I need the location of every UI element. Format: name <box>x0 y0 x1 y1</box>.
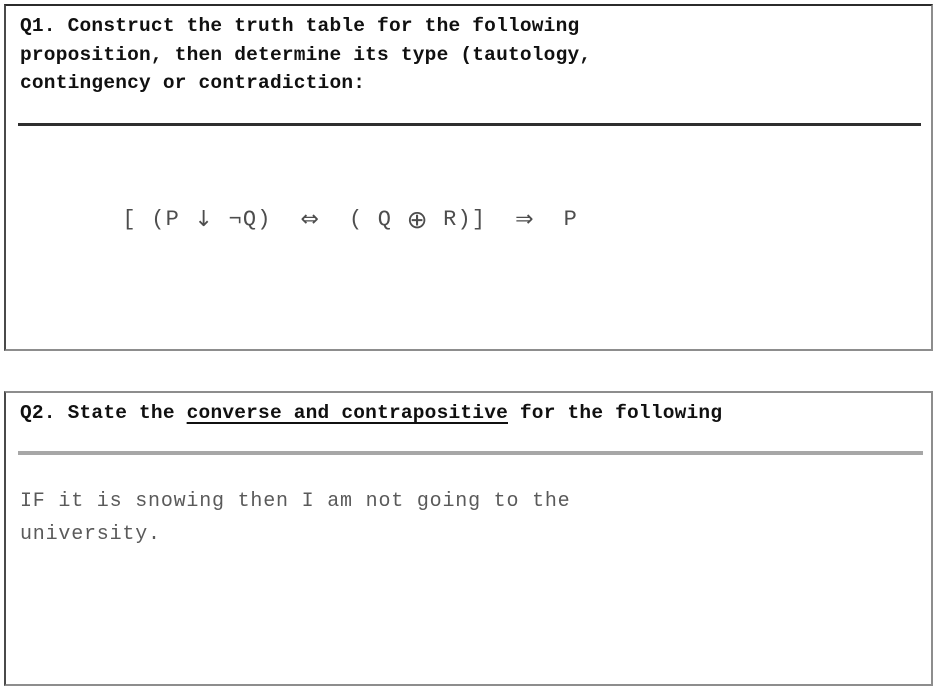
formula-segment-r-close: R)] <box>428 207 516 232</box>
q2-prompt-after: for the following <box>508 402 723 424</box>
q2-divider-rule <box>18 451 923 455</box>
formula-segment-final-p: P <box>534 207 578 232</box>
q1-prompt-text: Q1. Construct the truth table for the fo… <box>20 15 592 94</box>
formula-segment-not-q: ¬Q) <box>214 207 301 232</box>
question-box-q2: Q2. State the converse and contrapositiv… <box>4 391 933 686</box>
q2-prompt-underlined: converse and contrapositive <box>186 402 508 424</box>
q2-statement-text: IF it is snowing then I am not going to … <box>20 490 571 546</box>
q2-prompt-before: Q2. State the <box>20 402 187 424</box>
formula-segment-open-paren-q: ( Q <box>320 207 407 232</box>
q1-divider-rule <box>18 123 921 126</box>
nor-down-arrow-icon: ↓ <box>194 207 215 232</box>
q2-prompt-text: Q2. State the converse and contrapositiv… <box>20 399 930 428</box>
formula-segment-open-paren-p: [ (P <box>122 207 195 232</box>
q1-logical-formula: [ (P ↓ ¬Q) ⇔ ( Q ⊕ R)] ⇒ P <box>36 172 578 268</box>
question-box-q1: Q1. Construct the truth table for the fo… <box>4 4 933 351</box>
exclusive-or-icon: ⊕ <box>406 205 429 234</box>
worksheet-page: Q1. Construct the truth table for the fo… <box>0 0 943 697</box>
implies-icon: ⇒ <box>515 207 535 232</box>
biconditional-icon: ⇔ <box>300 207 321 232</box>
